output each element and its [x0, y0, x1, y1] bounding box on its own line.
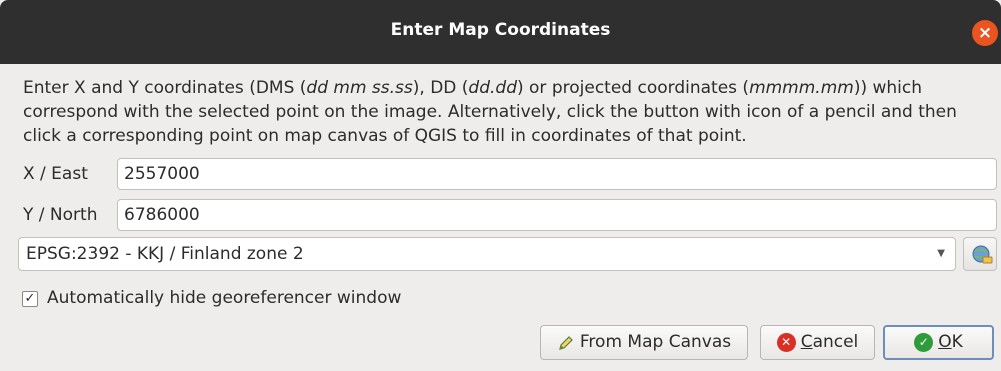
crs-selector-icon [972, 245, 993, 264]
desc-part-3: ) or projected coordinates ( [517, 78, 750, 98]
auto-hide-checkbox[interactable]: ✓ [22, 291, 38, 307]
crs-dropdown[interactable]: EPSG:2392 - KKJ / Finland zone 2 ▼ [18, 237, 956, 271]
from-map-canvas-button[interactable]: From Map Canvas [540, 325, 748, 360]
x-east-label: X / East [23, 164, 88, 184]
cancel-icon: ✕ [776, 333, 796, 352]
crs-selector-button[interactable] [963, 237, 997, 271]
cancel-button[interactable]: ✕ Cancel [760, 325, 875, 360]
dms-format: dd mm ss.ss [306, 78, 413, 98]
enter-map-coordinates-dialog: Enter Map Coordinates × Enter X and Y co… [0, 0, 1001, 371]
x-east-input[interactable]: 2557000 [117, 158, 997, 190]
cancel-label: Cancel [800, 332, 859, 352]
pencil-icon [559, 335, 573, 350]
crs-selected-value: EPSG:2392 - KKJ / Finland zone 2 [26, 244, 304, 264]
title-bar: Enter Map Coordinates × [0, 0, 1001, 64]
desc-part-1: Enter X and Y coordinates (DMS ( [23, 78, 307, 98]
from-map-canvas-label: From Map Canvas [579, 332, 732, 352]
close-icon[interactable]: × [972, 20, 998, 46]
ok-check-icon: ✓ [914, 333, 934, 352]
projected-format: mmmm.mm [749, 78, 854, 98]
auto-hide-label[interactable]: Automatically hide georeferencer window [47, 288, 401, 308]
y-north-label: Y / North [23, 205, 98, 225]
desc-part-2: ), DD ( [412, 78, 469, 98]
instructions-text: Enter X and Y coordinates (DMS (dd mm ss… [23, 76, 998, 148]
dd-format: dd.dd [468, 78, 517, 98]
ok-button[interactable]: ✓ OK [883, 325, 994, 360]
chevron-down-icon: ▼ [937, 248, 945, 259]
dialog-title: Enter Map Coordinates [390, 20, 611, 40]
ok-label: OK [938, 332, 963, 352]
y-north-input[interactable]: 6786000 [117, 199, 997, 231]
